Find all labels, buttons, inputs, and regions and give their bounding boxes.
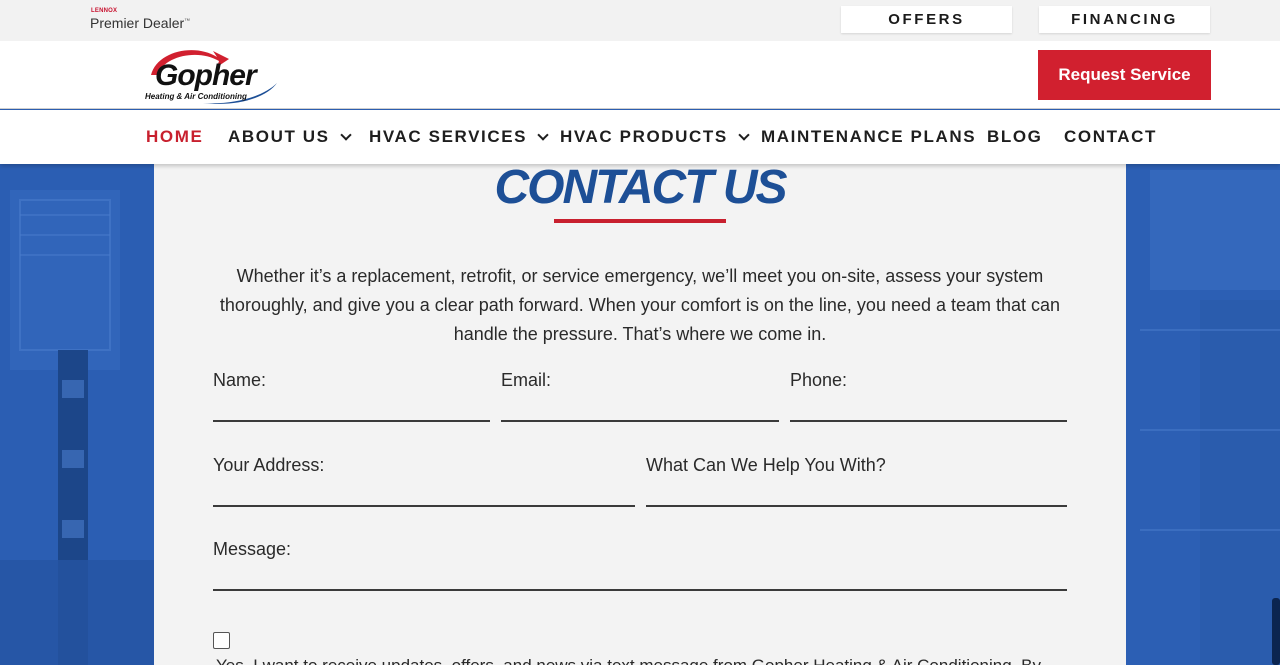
svg-text:Gopher: Gopher xyxy=(155,59,259,92)
name-label: Name: xyxy=(213,370,267,390)
request-service-button[interactable]: Request Service xyxy=(1038,50,1211,100)
nav-item-hvac-products[interactable]: HVAC PRODUCTS xyxy=(560,110,750,164)
address-underline xyxy=(213,505,635,507)
email-input[interactable] xyxy=(501,392,779,420)
help-field: What Can We Help You With? xyxy=(646,455,1067,507)
nav-item-home[interactable]: HOME xyxy=(146,110,203,164)
name-underline xyxy=(213,420,490,422)
nav-label: CONTACT xyxy=(1064,127,1158,146)
nav-item-blog[interactable]: BLOG xyxy=(987,110,1043,164)
phone-label: Phone: xyxy=(790,370,848,390)
gopher-logo-graphic: Gopher Heating & Air Conditioning xyxy=(145,50,277,104)
title-underline xyxy=(554,219,726,223)
address-input[interactable] xyxy=(213,477,635,505)
chevron-down-icon xyxy=(738,128,750,141)
phone-field: Phone: xyxy=(790,370,1067,422)
message-field: Message: xyxy=(213,539,1067,591)
name-field: Name: xyxy=(213,370,490,422)
nav-label: HVAC PRODUCTS xyxy=(560,127,728,146)
email-underline xyxy=(501,420,779,422)
name-input[interactable] xyxy=(213,392,490,420)
financing-button[interactable]: FINANCING xyxy=(1039,6,1210,33)
site-header: Gopher Heating & Air Conditioning Reques… xyxy=(0,41,1280,109)
nav-label: ABOUT US xyxy=(228,127,330,146)
sms-consent-checkbox[interactable] xyxy=(213,632,230,649)
address-label: Your Address: xyxy=(213,455,325,475)
page-title: CONTACT US xyxy=(494,161,787,214)
utility-bar: LENNOX Premier Dealer™ OFFERS FINANCING xyxy=(0,0,1280,41)
gopher-logo[interactable]: Gopher Heating & Air Conditioning xyxy=(143,45,281,107)
nav-item-about-us[interactable]: ABOUT US xyxy=(228,110,352,164)
chevron-down-icon xyxy=(339,128,352,141)
premier-dealer-label: Premier Dealer™ xyxy=(90,15,191,31)
intro-paragraph: Whether it’s a replacement, retrofit, or… xyxy=(219,266,1061,344)
help-label: What Can We Help You With? xyxy=(646,455,886,475)
email-label: Email: xyxy=(501,370,552,390)
message-input[interactable] xyxy=(213,561,1067,589)
lennox-wordmark: LENNOX xyxy=(91,8,118,14)
address-field: Your Address: xyxy=(213,455,635,507)
nav-item-maintenance-plans[interactable]: MAINTENANCE PLANS xyxy=(761,110,976,164)
premier-dealer-badge: LENNOX Premier Dealer™ xyxy=(90,8,210,32)
help-input[interactable] xyxy=(646,477,1067,505)
message-label: Message: xyxy=(213,539,292,559)
offers-button[interactable]: OFFERS xyxy=(841,6,1012,33)
nav-item-contact[interactable]: CONTACT xyxy=(1064,110,1157,164)
chevron-down-icon xyxy=(537,128,549,141)
contact-card: CONTACT US Whether it’s a replacement, r… xyxy=(154,150,1126,665)
phone-underline xyxy=(790,420,1067,422)
email-field: Email: xyxy=(501,370,779,422)
help-underline xyxy=(646,505,1067,507)
nav-item-hvac-services[interactable]: HVAC SERVICES xyxy=(369,110,549,164)
page-scrollbar[interactable] xyxy=(1272,598,1280,665)
nav-label: HOME xyxy=(146,127,204,146)
phone-input[interactable] xyxy=(790,392,1067,420)
svg-text:Heating & Air Conditioning: Heating & Air Conditioning xyxy=(145,92,247,101)
sms-consent-text: Yes, I want to receive updates, offers, … xyxy=(216,656,1116,665)
nav-label: MAINTENANCE PLANS xyxy=(761,127,977,146)
nav-label: HVAC SERVICES xyxy=(369,127,528,146)
nav-label: BLOG xyxy=(987,127,1043,146)
message-underline xyxy=(213,589,1067,591)
main-navigation: HOME ABOUT US HVAC SERVICES HVAC PRODUCT… xyxy=(0,110,1280,164)
